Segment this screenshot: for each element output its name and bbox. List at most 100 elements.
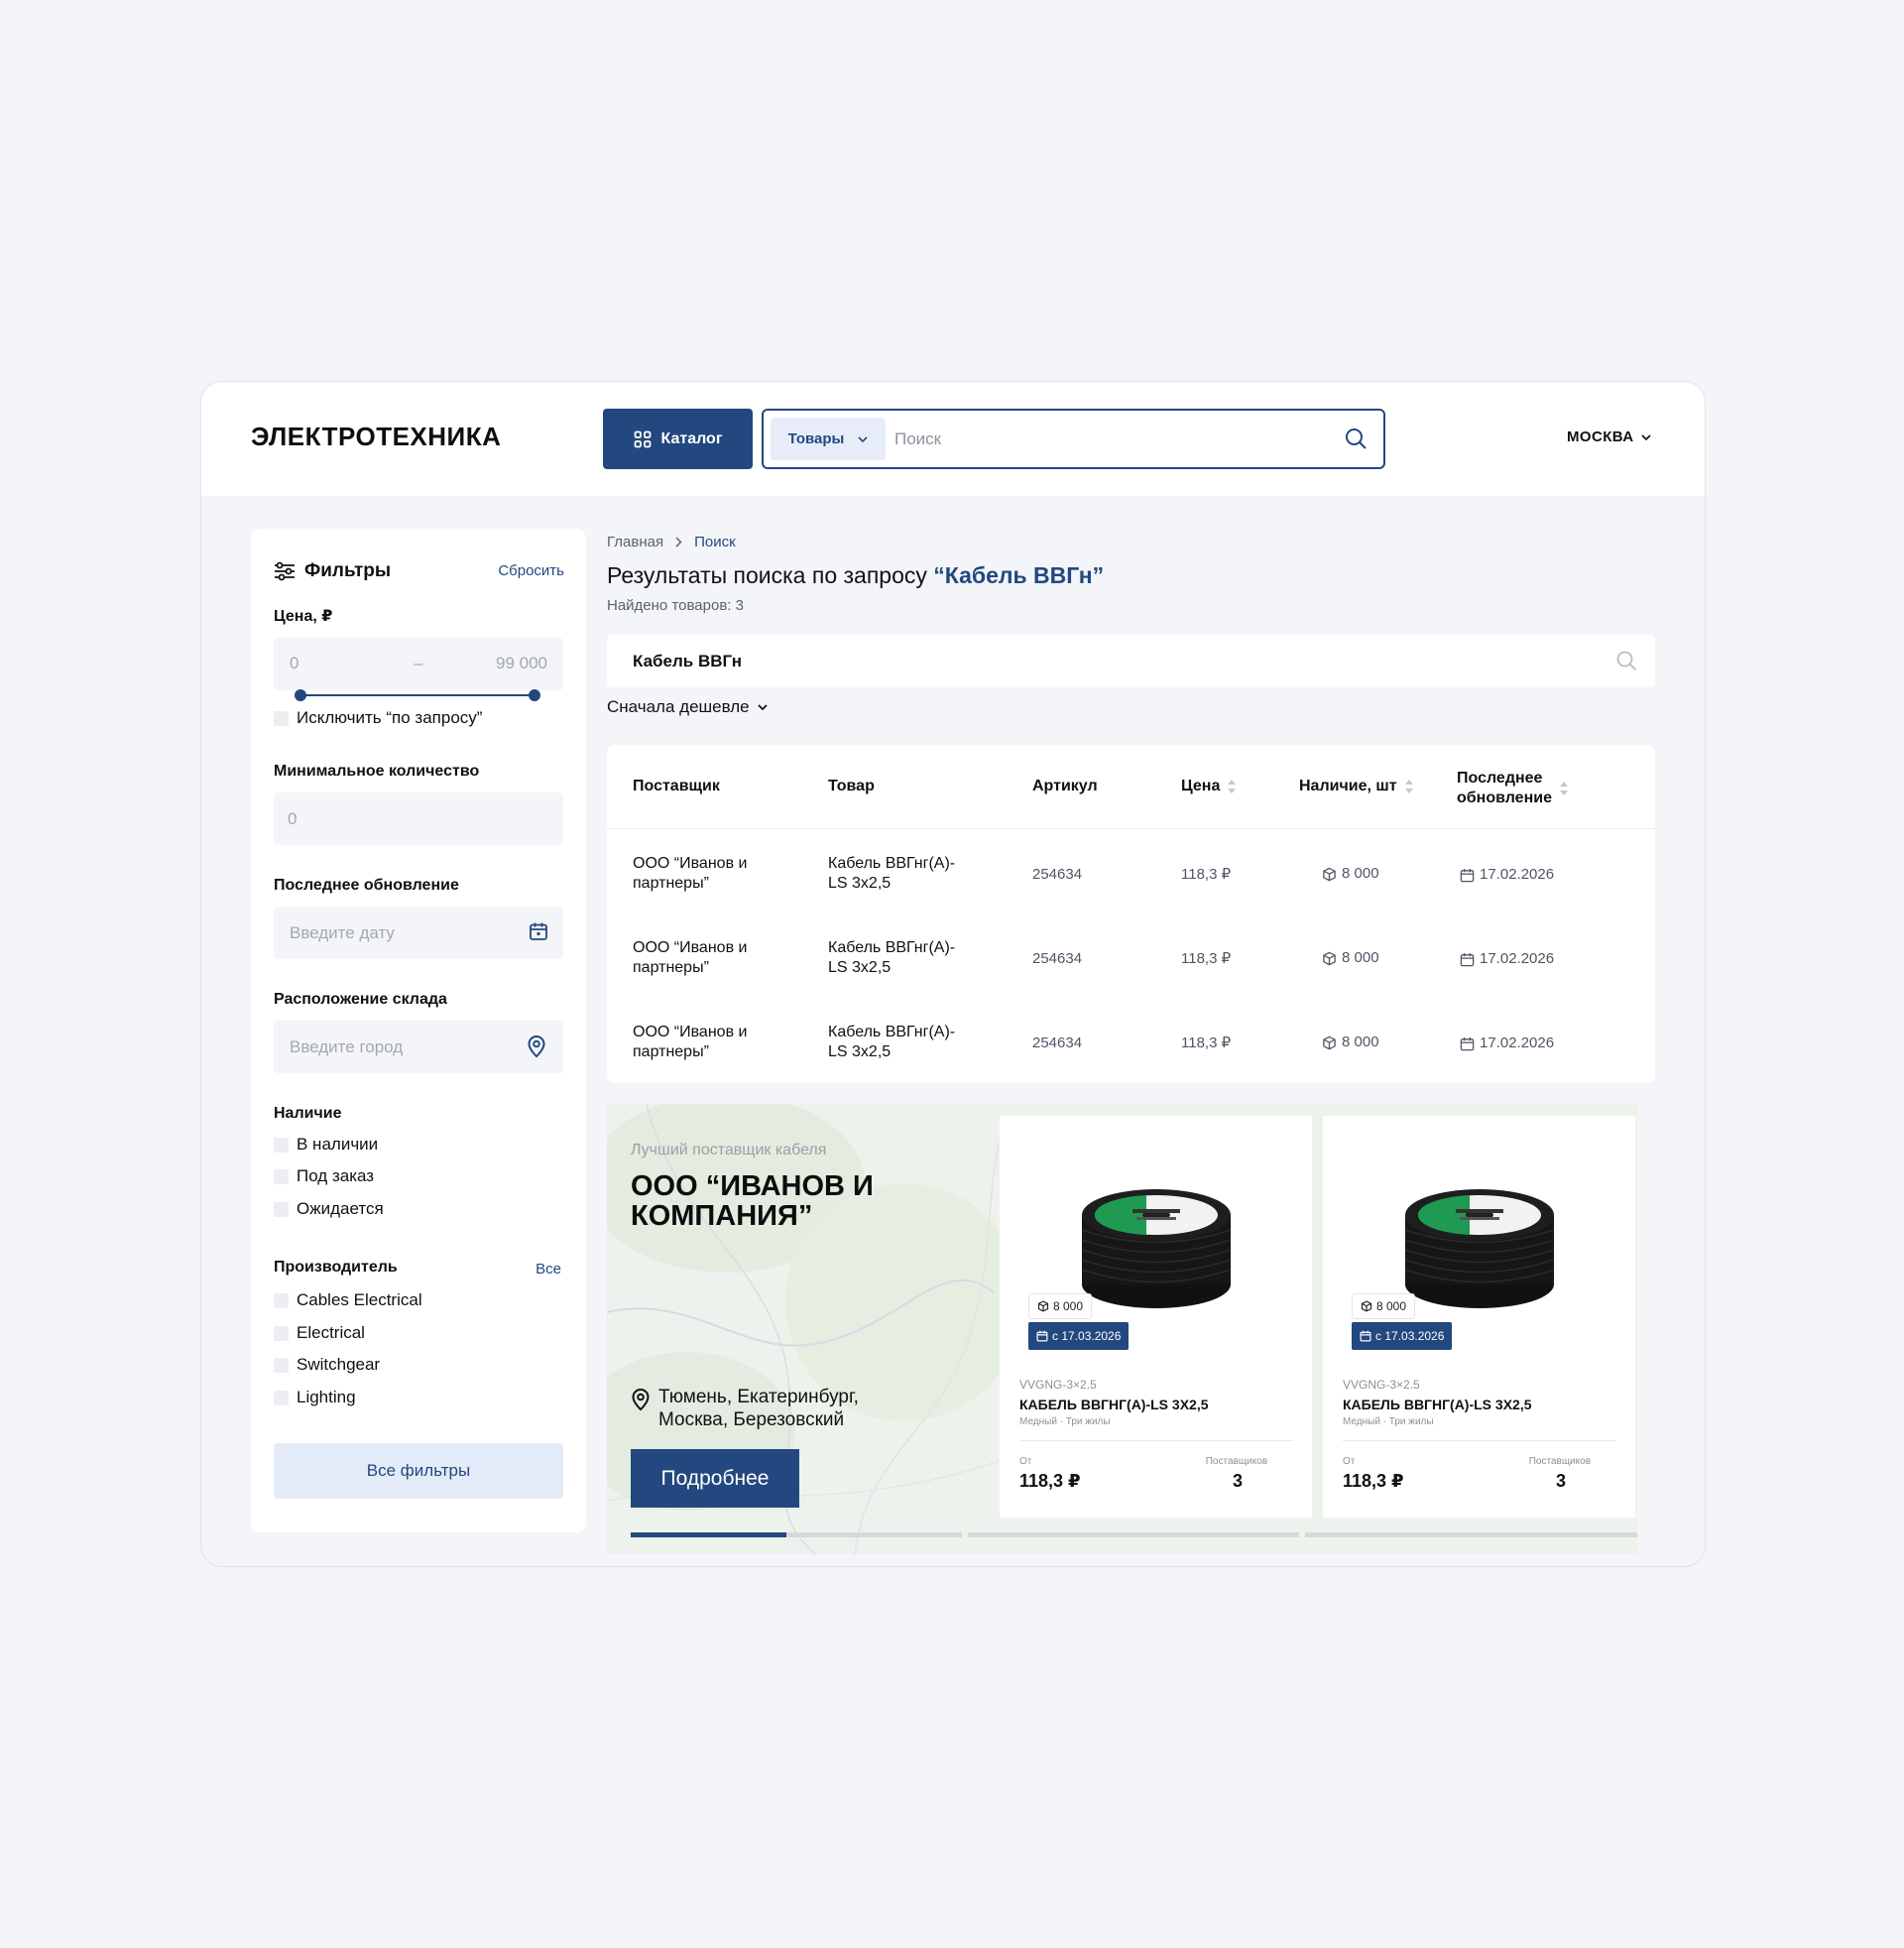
manufacturer-label: Производитель	[274, 1259, 398, 1276]
cell-price: 118,3 ₽	[1181, 866, 1232, 883]
chevron-down-icon	[1641, 433, 1652, 440]
min-qty-field[interactable]	[274, 792, 563, 845]
column-header-updated[interactable]: Последнее обновление	[1457, 769, 1568, 808]
box-icon	[1322, 1035, 1337, 1050]
checkbox-box[interactable]	[274, 1137, 289, 1153]
promo-subtitle: Лучший поставщик кабеля	[631, 1142, 827, 1158]
price-slider-max-handle[interactable]	[529, 689, 540, 701]
date-field[interactable]	[274, 907, 563, 959]
column-header-stock[interactable]: Наличие, шт	[1299, 777, 1413, 796]
search-icon[interactable]	[1615, 650, 1637, 671]
cell-product: Кабель ВВГнг(А)- LS 3х2,5	[828, 1024, 956, 1060]
exclude-on-request-checkbox[interactable]: Исключить “по запросу”	[274, 708, 482, 728]
filters-title: Фильтры	[274, 560, 391, 582]
card-description: Медный · Три жилы	[1343, 1416, 1434, 1427]
availability-on-order-checkbox[interactable]: Под заказ	[274, 1166, 374, 1186]
catalog-button[interactable]: Каталог	[603, 409, 753, 469]
checkbox-label: Cables Electrical	[297, 1290, 422, 1309]
manufacturer-checkbox[interactable]: Electrical	[274, 1323, 365, 1343]
checkbox-box[interactable]	[274, 1357, 289, 1373]
stock-value: 8 000	[1342, 949, 1379, 966]
chevron-right-icon	[675, 537, 682, 548]
box-icon	[1361, 1300, 1372, 1312]
suppliers-label: Поставщиков	[1205, 1456, 1267, 1467]
suppliers-count: 3	[1232, 1471, 1243, 1491]
cell-stock: 8 000	[1322, 864, 1379, 884]
date-value: с 17.03.2026	[1375, 1329, 1445, 1343]
manufacturer-checkbox[interactable]: Switchgear	[274, 1355, 380, 1375]
search-icon[interactable]	[1344, 426, 1368, 450]
price-from-label: От	[1343, 1456, 1356, 1467]
app-window: ЭЛЕКТРОТЕХНИКА Каталог Товары Поиск МОСК…	[200, 381, 1706, 1567]
table-row[interactable]: ООО “Иванов и партнеры” Кабель ВВГнг(А)-…	[607, 999, 1655, 1083]
price-slider[interactable]	[295, 688, 540, 702]
min-qty-input[interactable]	[288, 792, 506, 845]
catalog-label: Каталог	[660, 429, 723, 447]
card-title: КАБЕЛЬ ВВГНГ(А)-LS 3Х2,5	[1343, 1397, 1532, 1412]
reset-filters-link[interactable]: Сбросить	[498, 562, 564, 579]
more-button[interactable]: Подробнее	[631, 1449, 799, 1508]
calendar-icon[interactable]	[528, 920, 549, 942]
city-input[interactable]	[290, 1021, 508, 1073]
cell-sku: 254634	[1032, 866, 1083, 883]
stock-value: 8 000	[1376, 1299, 1407, 1313]
product-card[interactable]: 8 000 с 17.03.2026 VVGNG-3×2.5 КАБЕЛЬ ВВ…	[1000, 1116, 1312, 1518]
search-query: “Кабель ВВГн”	[933, 562, 1105, 588]
checkbox-box[interactable]	[274, 1168, 289, 1184]
date-input[interactable]	[290, 907, 508, 959]
updated-value: 17.02.2026	[1480, 950, 1555, 967]
card-sku: VVGNG-3×2.5	[1019, 1378, 1097, 1392]
sliders-icon	[274, 561, 296, 581]
product-card[interactable]: 8 000 с 17.03.2026 VVGNG-3×2.5 КАБЕЛЬ ВВ…	[1323, 1116, 1635, 1518]
city-selector[interactable]: МОСКВА	[1567, 428, 1652, 445]
availability-expected-checkbox[interactable]: Ожидается	[274, 1199, 384, 1219]
table-row[interactable]: ООО “Иванов и партнеры” Кабель ВВГнг(А)-…	[607, 914, 1655, 999]
availability-in-stock-checkbox[interactable]: В наличии	[274, 1135, 378, 1155]
checkbox-box[interactable]	[274, 1325, 289, 1341]
price-slider-track	[296, 694, 539, 696]
manufacturer-all-link[interactable]: Все	[536, 1261, 561, 1278]
checkbox-label: Switchgear	[297, 1355, 381, 1374]
calendar-icon	[1460, 952, 1475, 967]
search-type-dropdown[interactable]: Товары	[771, 418, 886, 460]
price-dash: –	[414, 654, 423, 672]
sort-dropdown[interactable]: Сначала дешевле	[607, 697, 768, 717]
checkbox-label: В наличии	[297, 1135, 379, 1154]
cell-updated: 17.02.2026	[1460, 949, 1554, 969]
card-description: Медный · Три жилы	[1019, 1416, 1111, 1427]
cable-reel-image	[1400, 1175, 1559, 1314]
last-update-label: Последнее обновление	[274, 877, 459, 894]
results-search-input[interactable]	[633, 635, 1525, 687]
box-icon	[1322, 867, 1337, 882]
header-divider	[607, 828, 1655, 829]
header-label: Артикул	[1032, 778, 1098, 794]
slide-progress-bar[interactable]	[1305, 1532, 1637, 1537]
city-field[interactable]	[274, 1021, 563, 1073]
price-slider-min-handle[interactable]	[295, 689, 306, 701]
column-header-price[interactable]: Цена	[1181, 777, 1237, 796]
breadcrumb-home[interactable]: Главная	[607, 534, 663, 550]
sort-arrows-icon	[1559, 782, 1568, 795]
slide-progress-bar[interactable]	[968, 1532, 1299, 1537]
table-row[interactable]: ООО “Иванов и партнеры” Кабель ВВГнг(А)-…	[607, 830, 1655, 914]
results-search-box	[607, 635, 1655, 687]
date-badge: с 17.03.2026	[1352, 1322, 1453, 1350]
filters-title-text: Фильтры	[304, 560, 392, 581]
card-price: 118,3 ₽	[1343, 1471, 1404, 1491]
checkbox-box[interactable]	[274, 1201, 289, 1217]
search-input[interactable]	[894, 417, 1331, 461]
all-filters-button[interactable]: Все фильтры	[274, 1443, 563, 1499]
page-title: Результаты поиска по запросу “Кабель ВВГ…	[607, 562, 1104, 589]
checkbox-box[interactable]	[274, 1390, 289, 1405]
slide-progress-bar[interactable]	[631, 1532, 962, 1537]
checkbox-box[interactable]	[274, 710, 289, 726]
manufacturer-checkbox[interactable]: Cables Electrical	[274, 1290, 422, 1310]
location-pin-icon[interactable]	[527, 1035, 546, 1058]
manufacturer-checkbox[interactable]: Lighting	[274, 1388, 356, 1407]
box-icon	[1322, 951, 1337, 966]
price-range-field[interactable]: 0 – 99 000	[274, 638, 563, 690]
locations-text: Тюмень, Екатеринбург, Москва, Березовски…	[658, 1387, 859, 1430]
checkbox-box[interactable]	[274, 1292, 289, 1308]
logo[interactable]: ЭЛЕКТРОТЕХНИКА	[251, 422, 501, 452]
suppliers-label: Поставщиков	[1528, 1456, 1591, 1467]
